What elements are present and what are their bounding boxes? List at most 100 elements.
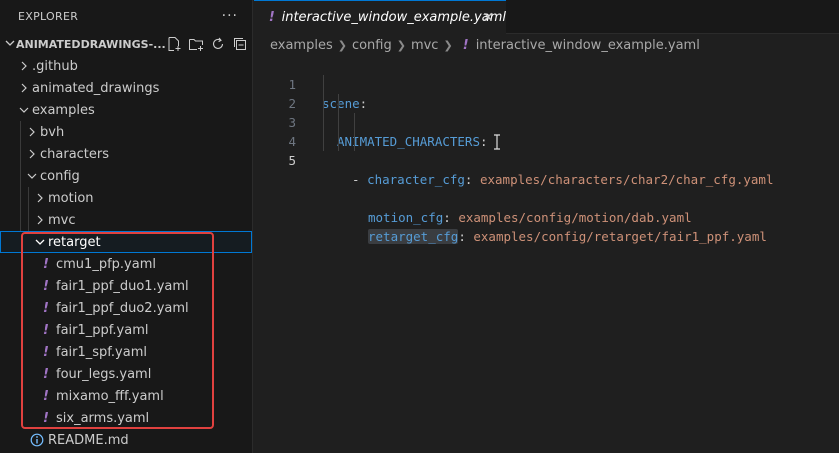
tree-file[interactable]: ! fair1_ppf.yaml: [0, 319, 252, 341]
tree-label: animated_drawings: [32, 80, 160, 96]
yaml-colon: :: [443, 210, 459, 225]
code-line-active: 5 retarget_cfg: examples/config/retarget…: [254, 132, 839, 244]
tree-folder-characters[interactable]: characters: [0, 143, 252, 165]
close-icon[interactable]: ✕: [482, 10, 494, 26]
indent-guide: [20, 143, 21, 165]
explorer-sidebar: EXPLORER ··· ANIMATEDDRAWINGS-... .githu…: [0, 0, 253, 453]
tree-file-label: fair1_ppf_duo1.yaml: [56, 278, 189, 294]
workspace-actions: [166, 36, 258, 52]
tree-folder-config[interactable]: config: [0, 165, 252, 187]
collapse-all-icon[interactable]: [232, 36, 248, 52]
indent-guide: [338, 113, 339, 132]
text-cursor-icon: [492, 134, 502, 150]
tree-file[interactable]: ! cmu1_pfp.yaml: [0, 253, 252, 275]
indent-guide: [323, 113, 324, 132]
tree-file-label: fair1_ppf_duo2.yaml: [56, 300, 189, 316]
tree-label: retarget: [48, 234, 101, 250]
chevron-right-icon: ❯: [337, 38, 347, 52]
yaml-key: motion_cfg: [368, 210, 444, 225]
refresh-icon[interactable]: [210, 36, 226, 52]
explorer-title: EXPLORER: [18, 9, 79, 23]
code-editor[interactable]: 1 scene: 2 ANIMATED_CHARACTERS: 3 - char…: [254, 56, 839, 453]
indent-guide: [20, 165, 21, 187]
yaml-key-highlighted: retarget_cfg: [368, 229, 459, 244]
explorer-header: EXPLORER ···: [0, 0, 252, 32]
yaml-value: examples/config/motion/dab.yaml: [458, 210, 692, 225]
yaml-value: examples/characters/char2/char_cfg.yaml: [479, 172, 774, 187]
yaml-colon: :: [458, 229, 474, 244]
tree-file[interactable]: ! six_arms.yaml: [0, 407, 252, 429]
breadcrumb-item[interactable]: examples: [270, 38, 333, 53]
tree-file[interactable]: ! mixamo_fff.yaml: [0, 385, 252, 407]
tree-file-label: README.md: [48, 432, 129, 448]
tree-file-label: mixamo_fff.yaml: [56, 388, 164, 404]
breadcrumb: examples ❯ config ❯ mvc ❯ ! interactive_…: [254, 34, 839, 56]
chevron-right-icon: [24, 127, 40, 137]
indent-guide: [323, 75, 324, 94]
tree-folder-bvh[interactable]: bvh: [0, 121, 252, 143]
new-folder-icon[interactable]: [188, 36, 204, 52]
code-text: - character_cfg: examples/characters/cha…: [352, 170, 773, 189]
tree-label: characters: [40, 146, 110, 162]
new-file-icon[interactable]: [166, 36, 182, 52]
code-text: retarget_cfg: examples/config/retarget/f…: [368, 227, 767, 246]
yaml-file-icon: !: [43, 344, 49, 360]
tree-file-label: cmu1_pfp.yaml: [56, 256, 156, 272]
tree-file-label: four_legs.yaml: [56, 366, 152, 382]
yaml-file-icon: !: [43, 322, 49, 338]
indent-guide: [354, 132, 355, 151]
tree-folder-mvc[interactable]: mvc: [0, 209, 252, 231]
code-line: 3 - character_cfg: examples/characters/c…: [254, 94, 839, 187]
chevron-right-icon: [24, 149, 40, 159]
tree-folder-animated-drawings[interactable]: animated_drawings: [0, 77, 252, 99]
breadcrumb-item[interactable]: config: [352, 38, 392, 53]
workspace-name: ANIMATEDDRAWINGS-...: [16, 37, 166, 51]
yaml-file-icon: !: [43, 388, 49, 404]
yaml-key: character_cfg: [367, 172, 465, 187]
code-line: 2 ANIMATED_CHARACTERS:: [254, 75, 839, 149]
indent-guide: [323, 132, 324, 151]
tree-folder-retarget[interactable]: retarget: [0, 231, 252, 253]
tree-label: bvh: [40, 124, 65, 140]
yaml-file-icon: !: [43, 278, 49, 294]
workspace-root[interactable]: ANIMATEDDRAWINGS-...: [0, 33, 252, 55]
indent-guide: [354, 113, 355, 132]
tree-folder-github[interactable]: .github: [0, 55, 252, 77]
tree-file-label: six_arms.yaml: [56, 410, 150, 426]
indent-guide: [323, 94, 324, 113]
yaml-colon: :: [464, 172, 480, 187]
indent-guide: [28, 187, 29, 209]
indent-guide: [338, 132, 339, 151]
code-line: 1 scene:: [254, 56, 839, 111]
ellipsis-icon[interactable]: ···: [222, 8, 238, 24]
yaml-dash: -: [352, 172, 368, 187]
chevron-down-icon: [24, 171, 40, 181]
tree-file[interactable]: ! fair1_spf.yaml: [0, 341, 252, 363]
tree-file[interactable]: ! fair1_ppf_duo2.yaml: [0, 297, 252, 319]
breadcrumb-item[interactable]: interactive_window_example.yaml: [476, 38, 700, 53]
indent-guide: [28, 209, 29, 231]
chevron-right-icon: ❯: [396, 38, 406, 52]
tree-file[interactable]: ! fair1_ppf_duo1.yaml: [0, 275, 252, 297]
yaml-file-icon: !: [43, 410, 49, 426]
yaml-file-icon: !: [43, 366, 49, 382]
tree-label: .github: [32, 58, 78, 74]
chevron-right-icon: [16, 83, 32, 93]
breadcrumb-item[interactable]: mvc: [411, 38, 439, 53]
tab-interactive-window-example[interactable]: ! interactive_window_example.yaml ✕: [254, 0, 506, 34]
indent-guide: [338, 94, 339, 113]
tree-folder-examples[interactable]: examples: [0, 99, 252, 121]
yaml-file-icon: !: [43, 256, 49, 272]
chevron-right-icon: [16, 61, 32, 71]
tree-file-label: fair1_spf.yaml: [56, 344, 147, 360]
line-number: 5: [288, 153, 296, 168]
tree-folder-motion[interactable]: motion: [0, 187, 252, 209]
indent-guide: [20, 209, 21, 231]
chevron-right-icon: ❯: [443, 38, 453, 52]
tree-file[interactable]: ! four_legs.yaml: [0, 363, 252, 385]
code-text: motion_cfg: examples/config/motion/dab.y…: [368, 208, 692, 227]
editor-tab-bar: ! interactive_window_example.yaml ✕: [254, 0, 839, 34]
tree-file-readme[interactable]: README.md: [0, 429, 252, 451]
info-icon: [30, 433, 44, 447]
chevron-right-icon: [32, 215, 48, 225]
